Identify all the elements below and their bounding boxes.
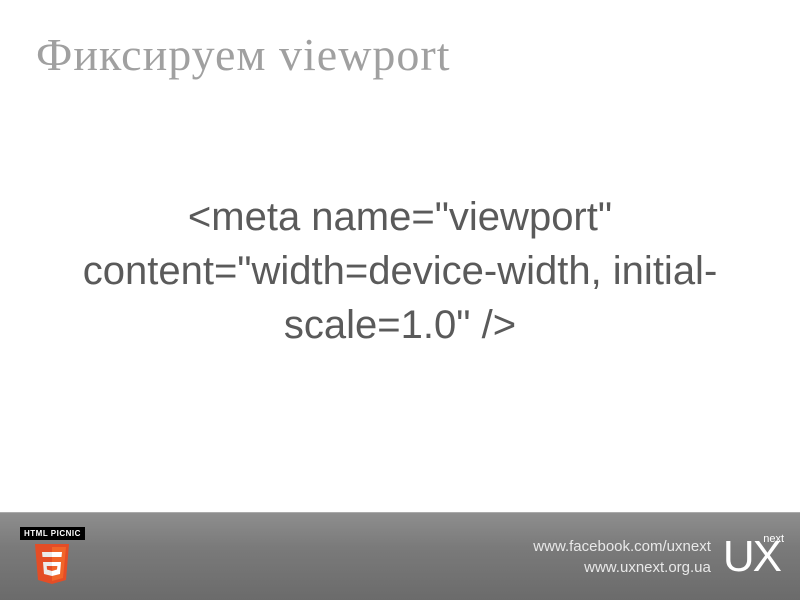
footer-link-site: www.uxnext.org.ua [584,559,711,576]
ux-logo-sub: next [763,533,784,545]
ux-next-logo: UX next [723,535,780,579]
footer-right: www.facebook.com/uxnext www.uxnext.org.u… [533,535,780,579]
html5-logo-icon [32,542,72,586]
slide-body: <meta name="viewport" content="width=dev… [0,190,800,352]
footer-links: www.facebook.com/uxnext www.uxnext.org.u… [533,538,711,576]
viewport-code-snippet: <meta name="viewport" content="width=dev… [40,190,760,352]
slide-footer: HTML PICNIC www.facebook.com/uxnext www.… [0,512,800,600]
footer-left: HTML PICNIC [20,527,85,586]
html-picnic-badge: HTML PICNIC [20,527,85,540]
footer-link-facebook: www.facebook.com/uxnext [533,538,711,555]
slide-title: Фиксируем viewport [0,0,800,81]
